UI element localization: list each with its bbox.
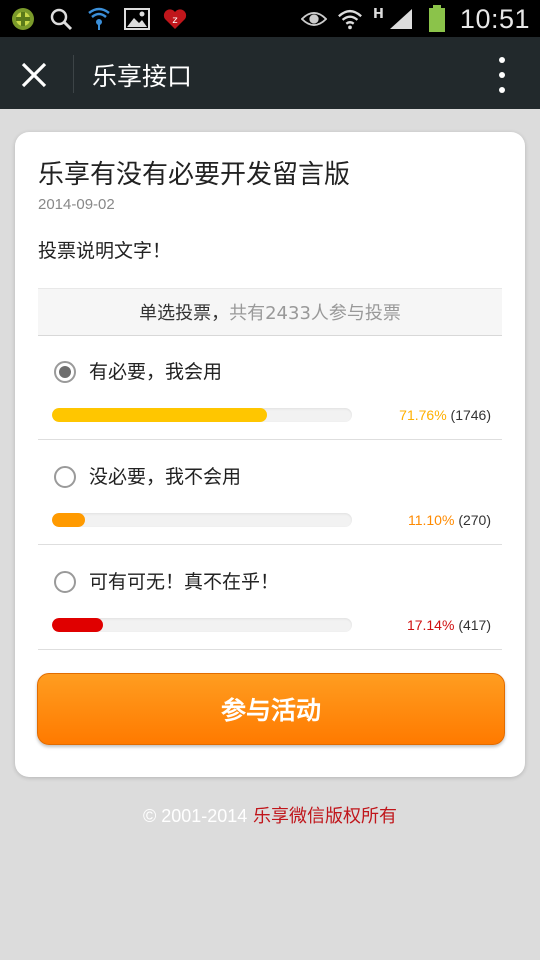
option-count: (1746) <box>450 407 491 423</box>
vote-option[interactable]: 可有可无！真不在乎！ 17.14% (417) <box>38 545 502 650</box>
option-count: (417) <box>458 617 491 633</box>
copyright-text: © 2001-2014 <box>142 806 248 826</box>
progress-fill <box>52 618 104 632</box>
progress-fill <box>52 513 86 527</box>
vote-title: 乐享有没有必要开发留言版 <box>38 160 351 190</box>
close-button[interactable] <box>14 55 54 95</box>
progress-track <box>52 513 352 527</box>
vote-card: 乐享有没有必要开发留言版 2014-09-02 投票说明文字！ 单选投票， 共有… <box>15 132 525 777</box>
status-bar: z H 10:51 <box>0 0 540 37</box>
progress-fill <box>52 408 268 422</box>
notification-icon: z <box>162 6 188 32</box>
radio-button[interactable] <box>54 466 76 488</box>
status-bar-left: z <box>10 5 188 33</box>
more-vertical-icon[interactable] <box>492 55 512 95</box>
vote-description: 投票说明文字！ <box>38 240 172 262</box>
radio-button[interactable] <box>54 571 76 593</box>
copyright-owner-link[interactable]: 乐享微信版权所有 <box>253 806 397 827</box>
join-activity-button[interactable]: 参与活动 <box>37 673 505 745</box>
svg-text:z: z <box>172 15 177 26</box>
vote-date: 2014-09-02 <box>38 196 115 213</box>
page-title: 乐享接口 <box>92 62 193 91</box>
app-icon <box>10 6 36 32</box>
option-stats: 17.14% (417) <box>407 617 491 633</box>
progress-track <box>52 408 352 422</box>
eye-icon <box>301 6 328 32</box>
clock: 10:51 <box>459 3 530 34</box>
cellular-signal-icon <box>388 6 414 32</box>
wifi-icon <box>337 6 363 32</box>
more-dot <box>499 57 505 63</box>
option-stats: 71.76% (1746) <box>399 407 491 423</box>
vote-option[interactable]: 有必要，我会用 71.76% (1746) <box>38 335 502 440</box>
title-bar: 乐享接口 <box>0 37 540 109</box>
option-percent: 17.14% <box>406 617 455 633</box>
option-label: 没必要，我不会用 <box>89 466 242 488</box>
option-count: (270) <box>458 512 491 528</box>
option-label: 可有可无！真不在乎！ <box>89 571 280 593</box>
battery-icon <box>424 5 450 32</box>
status-bar-right: H 10:51 <box>301 3 530 34</box>
more-dot <box>499 87 505 93</box>
image-icon <box>124 6 150 32</box>
radio-button[interactable] <box>54 361 76 383</box>
option-percent: 11.10% <box>407 512 455 528</box>
participant-count: 共有2433人参与投票 <box>229 303 401 324</box>
more-dot <box>499 72 505 78</box>
wifi-signal-icon <box>86 6 112 32</box>
progress-track <box>52 618 352 632</box>
search-icon <box>48 6 74 32</box>
option-percent: 71.76% <box>399 407 447 423</box>
option-stats: 11.10% (270) <box>408 512 491 528</box>
vote-option[interactable]: 没必要，我不会用 11.10% (270) <box>38 440 502 545</box>
title-divider <box>73 55 74 93</box>
footer: © 2001-2014 乐享微信版权所有 <box>0 802 540 828</box>
vote-summary: 单选投票， 共有2433人参与投票 <box>38 288 502 336</box>
network-type-label: H <box>373 6 384 22</box>
close-icon <box>21 62 47 88</box>
vote-type-label: 单选投票， <box>139 303 230 324</box>
option-label: 有必要，我会用 <box>89 361 223 383</box>
